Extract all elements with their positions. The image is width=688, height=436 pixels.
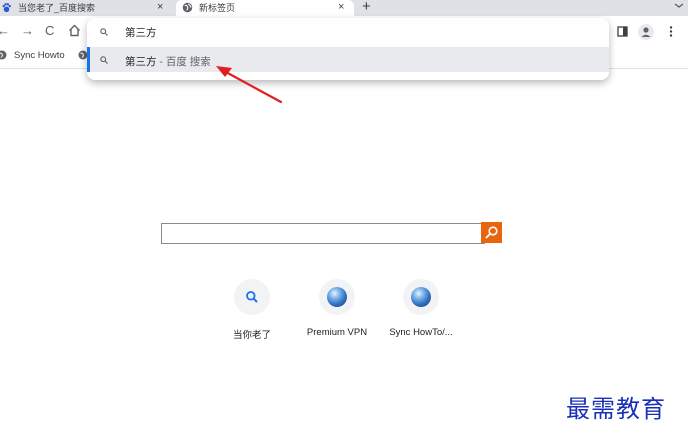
globe-icon bbox=[182, 2, 193, 13]
search-icon bbox=[485, 226, 498, 239]
search-icon bbox=[100, 56, 108, 64]
tab-title: 新标签页 bbox=[199, 3, 236, 13]
suggestion-engine: - 百度 搜索 bbox=[156, 56, 211, 68]
baidu-paw-icon bbox=[2, 3, 11, 13]
forward-button[interactable]: → bbox=[21, 22, 34, 40]
bookmark-sync-howto[interactable]: Sync Howto bbox=[14, 50, 65, 61]
window-controls-icon[interactable] bbox=[672, 0, 686, 10]
tab-close-button[interactable]: × bbox=[338, 0, 344, 14]
shortcut-tile[interactable] bbox=[403, 279, 439, 315]
search-icon bbox=[246, 291, 258, 303]
new-tab-button[interactable]: + bbox=[362, 0, 371, 16]
globe-icon bbox=[0, 50, 7, 60]
annotation-arrow bbox=[216, 66, 283, 104]
watermark: 最需教育 bbox=[566, 395, 666, 423]
back-button[interactable]: ← bbox=[0, 22, 10, 40]
shortcut-tile[interactable] bbox=[319, 279, 355, 315]
tab-title: 当您老了_百度搜索 bbox=[18, 3, 96, 13]
home-icon[interactable] bbox=[68, 24, 81, 37]
suggestion-text[interactable]: 第三方 - 百度 搜索 bbox=[125, 54, 211, 69]
side-panel-icon[interactable] bbox=[617, 26, 628, 37]
reload-button[interactable]: C bbox=[45, 22, 54, 40]
selection-indicator bbox=[87, 47, 90, 72]
address-bar-input[interactable]: 第三方 bbox=[125, 25, 157, 40]
shortcut-tile[interactable] bbox=[234, 279, 270, 315]
shortcut-label[interactable]: Sync HowTo/... bbox=[366, 327, 476, 338]
tab-baidu-search[interactable]: 当您老了_百度搜索 × bbox=[0, 0, 172, 16]
search-input[interactable] bbox=[161, 223, 485, 244]
suggestion-term: 第三方 bbox=[125, 56, 157, 68]
search-button[interactable] bbox=[481, 222, 502, 243]
globe-icon bbox=[327, 287, 347, 307]
tab-new-tab[interactable]: 新标签页 × bbox=[176, 0, 354, 16]
search-icon bbox=[100, 28, 108, 36]
tab-close-button[interactable]: × bbox=[157, 0, 163, 14]
globe-icon bbox=[411, 287, 431, 307]
profile-avatar-icon[interactable] bbox=[638, 24, 654, 40]
menu-kebab-icon[interactable] bbox=[668, 25, 674, 38]
